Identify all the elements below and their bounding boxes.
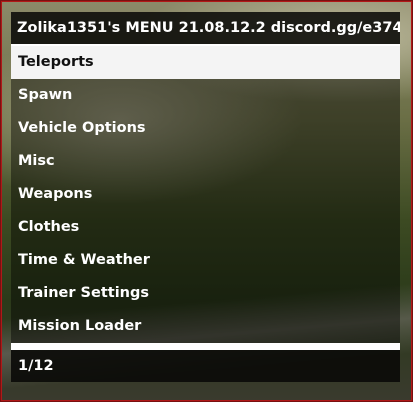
menu-item-label: Mission Loader	[18, 318, 142, 334]
menu-item-label: Time & Weather	[18, 252, 150, 268]
menu-item-label: Trainer Settings	[18, 285, 150, 301]
menu-item-label: Spawn	[18, 87, 73, 103]
menu-item-label: Teleports	[18, 54, 94, 70]
page-indicator: 1/12	[11, 350, 400, 382]
menu-item-mission-loader[interactable]: Mission Loader	[11, 310, 400, 343]
menu-item-clothes[interactable]: Clothes	[11, 211, 400, 244]
menu-title: Zolika1351's MENU 21.08.12.2 discord.gg/…	[11, 12, 400, 46]
menu-item-label: Misc	[18, 153, 55, 169]
menu-list: Teleports Spawn Vehicle Options Misc Wea…	[11, 46, 400, 343]
menu-item-vehicle-options[interactable]: Vehicle Options	[11, 112, 400, 145]
menu-divider	[11, 343, 400, 350]
menu-item-label: Weapons	[18, 186, 93, 202]
menu-item-label: Vehicle Options	[18, 120, 146, 136]
menu-item-label: Clothes	[18, 219, 80, 235]
menu-item-teleports[interactable]: Teleports	[11, 46, 400, 79]
menu-item-time-weather[interactable]: Time & Weather	[11, 244, 400, 277]
menu-item-weapons[interactable]: Weapons	[11, 178, 400, 211]
trainer-menu: Zolika1351's MENU 21.08.12.2 discord.gg/…	[11, 12, 400, 382]
menu-item-spawn[interactable]: Spawn	[11, 79, 400, 112]
menu-item-trainer-settings[interactable]: Trainer Settings	[11, 277, 400, 310]
menu-item-misc[interactable]: Misc	[11, 145, 400, 178]
